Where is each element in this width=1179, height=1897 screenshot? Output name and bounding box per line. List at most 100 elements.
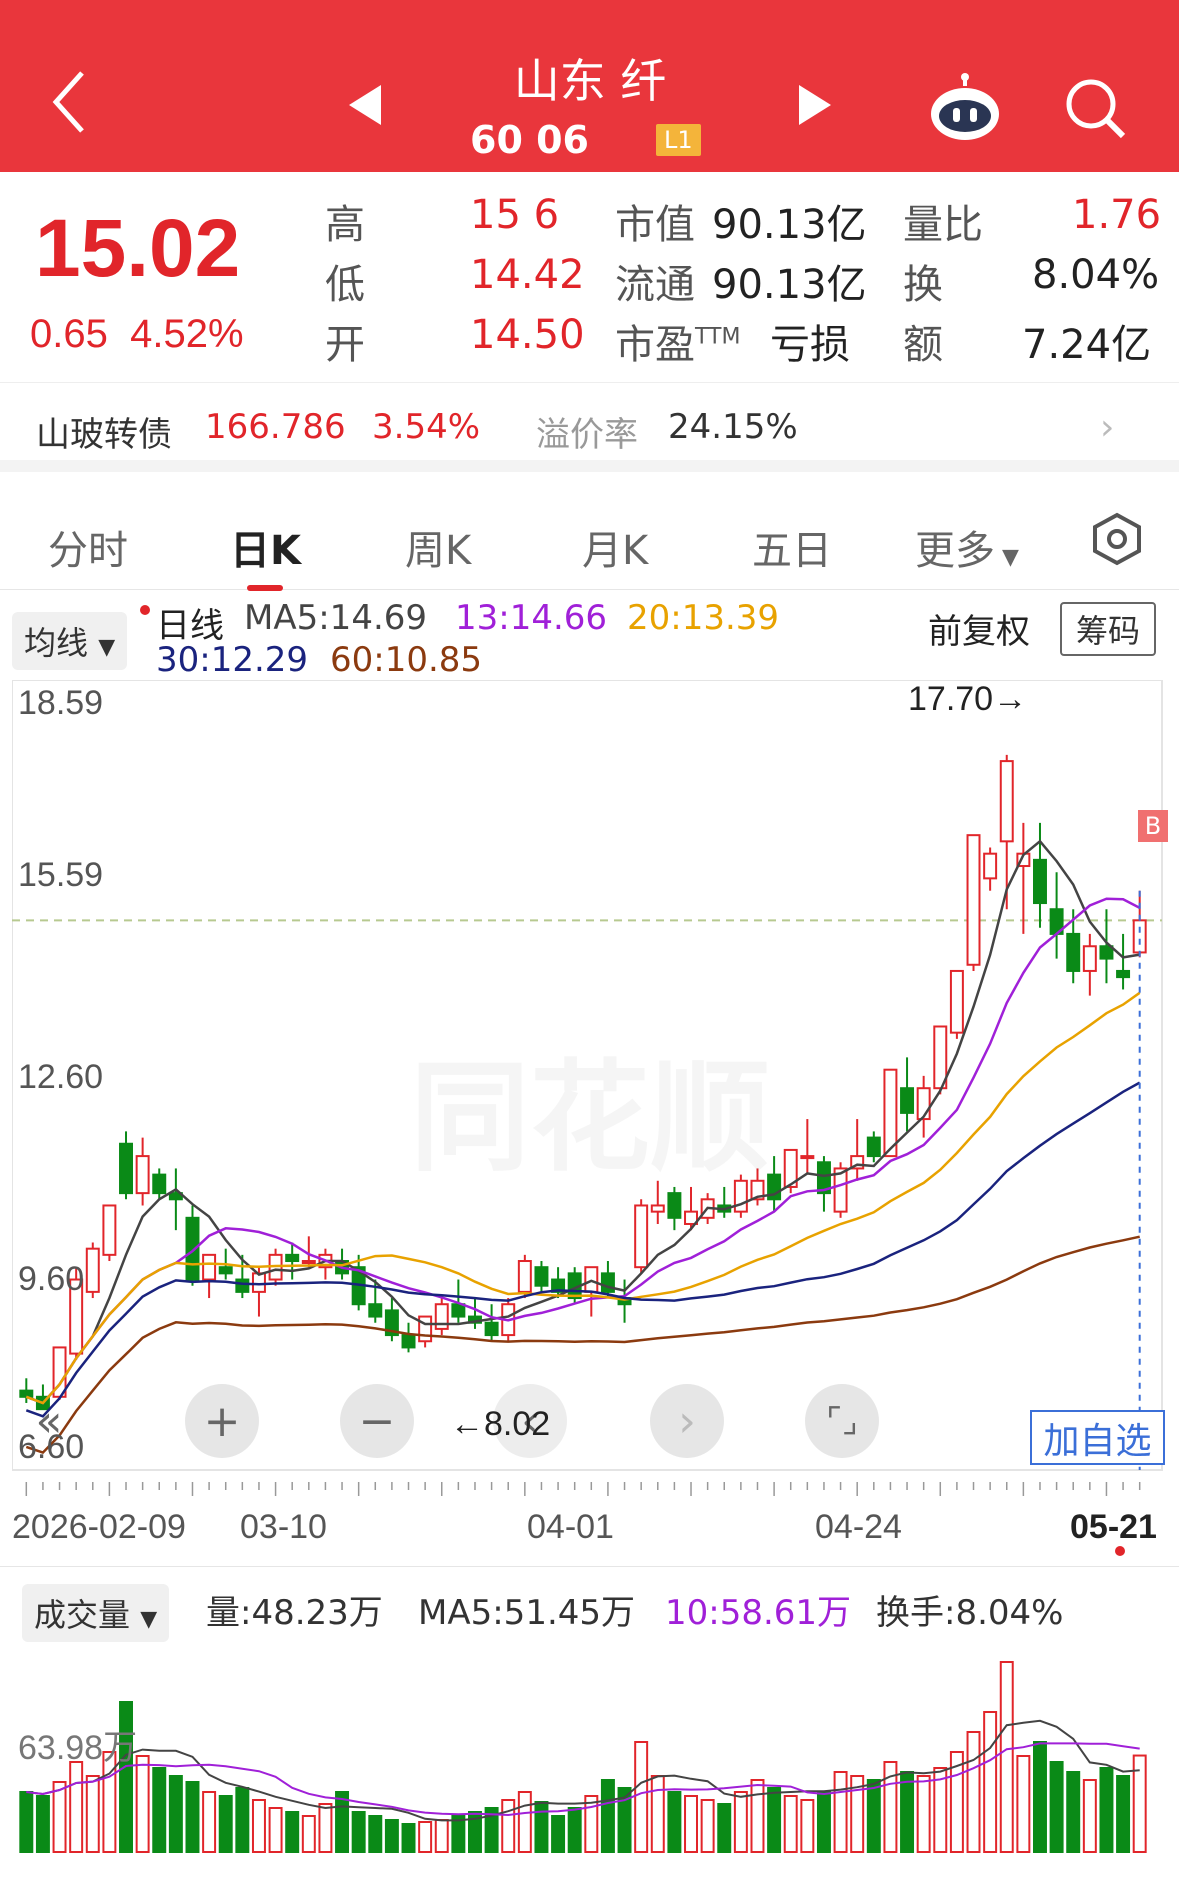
- chevron-right-icon: ›: [1100, 407, 1115, 448]
- tab-five-day[interactable]: 五日: [752, 518, 832, 576]
- volume-bar-down: [1033, 1741, 1047, 1853]
- prev-stock-icon[interactable]: [340, 75, 390, 135]
- adjust-mode[interactable]: 前复权: [928, 604, 1030, 653]
- volume-bar-down: [218, 1795, 233, 1853]
- tab-monthly-k[interactable]: 月K: [582, 518, 648, 576]
- robot-assistant-icon[interactable]: [920, 68, 1010, 148]
- candle-down: [451, 1303, 466, 1318]
- volume-bar-up: [301, 1815, 316, 1853]
- y-label-top: 18.59: [18, 684, 104, 722]
- tab-intraday[interactable]: 分时: [48, 518, 128, 576]
- candle-down: [484, 1321, 499, 1337]
- volume-ma5: MA5:51.45万: [418, 1593, 636, 1633]
- volume-bar-down: [185, 1781, 200, 1853]
- volume-bar-down: [1049, 1761, 1064, 1853]
- header-bar: 山东 纤 60 06 L1: [0, 0, 1179, 172]
- candle-up: [418, 1315, 433, 1343]
- tab-daily-k[interactable]: 日K: [230, 518, 301, 576]
- y-label-2: 15.59: [18, 856, 104, 894]
- volume-bar-up: [135, 1755, 150, 1853]
- volume-bar-down: [567, 1807, 582, 1853]
- turnover-value: 8.04%: [1032, 252, 1160, 298]
- volume-bar-down: [35, 1795, 50, 1853]
- candle-down: [235, 1278, 250, 1293]
- low-label: 低: [325, 262, 365, 308]
- volume-bar-up: [916, 1775, 931, 1853]
- next-stock-icon[interactable]: [790, 75, 840, 135]
- volume-bar-up: [251, 1799, 266, 1853]
- candle-up: [1132, 919, 1147, 954]
- candle-up: [251, 1272, 266, 1293]
- settings-hexagon-icon[interactable]: [1090, 512, 1144, 570]
- volume-bar-down: [866, 1779, 881, 1853]
- ma-selector[interactable]: 均线 ▼: [12, 612, 128, 670]
- volume-bar-down: [767, 1787, 782, 1853]
- candle-up: [983, 852, 998, 880]
- min-annotation: ←8.02: [450, 1405, 551, 1443]
- volume-bar-down: [152, 1767, 167, 1853]
- volume-turnover: 换手:8.04%: [876, 1593, 1064, 1633]
- zoom-in-icon[interactable]: +: [185, 1384, 259, 1458]
- volume-bar-up: [684, 1795, 698, 1853]
- volume-bar-up: [52, 1781, 67, 1853]
- volume-ratio-value: 1.76: [1072, 192, 1162, 238]
- volume-bar-down: [285, 1811, 300, 1853]
- volume-bar-up: [69, 1761, 84, 1853]
- candle-up: [1082, 945, 1097, 972]
- volume-bar-down: [816, 1791, 831, 1853]
- date-label-1: 2026-02-09: [12, 1508, 186, 1546]
- divider: [0, 1566, 1179, 1567]
- candle-up: [202, 1253, 217, 1281]
- volume-ratio-label: 量比: [903, 202, 983, 248]
- candle-up: [800, 1155, 815, 1160]
- candle-up: [634, 1204, 649, 1269]
- bond-price: 166.786: [205, 407, 346, 447]
- stock-code: 60 06: [470, 118, 589, 162]
- pe-value: 亏损: [770, 322, 850, 368]
- volume-bar-up: [1082, 1779, 1097, 1853]
- scroll-right-icon[interactable]: ›: [650, 1384, 724, 1458]
- tab-more[interactable]: 更多 ▼: [915, 518, 1019, 576]
- ma20-value: 20:13.39: [627, 598, 780, 638]
- zoom-out-icon[interactable]: −: [340, 1384, 414, 1458]
- volume-value: 量:48.23万: [206, 1593, 383, 1633]
- back-icon[interactable]: [40, 62, 100, 142]
- add-watchlist-button[interactable]: 加自选: [1030, 1410, 1165, 1465]
- convertible-bond-row[interactable]: 山玻转债 166.786 3.54% 溢价率 24.15% ›: [0, 382, 1179, 472]
- volume-bar-down: [1099, 1767, 1114, 1853]
- search-icon[interactable]: [1055, 68, 1135, 148]
- volume-bar-up: [650, 1775, 665, 1853]
- candle-up: [999, 760, 1014, 843]
- tab-weekly-k[interactable]: 周K: [405, 518, 471, 576]
- volume-bar-down: [335, 1791, 350, 1853]
- high-label: 高: [325, 202, 365, 248]
- rewind-icon[interactable]: «: [12, 1384, 86, 1458]
- candle-up: [966, 834, 981, 966]
- volume-bar-up: [501, 1799, 516, 1853]
- dot-indicator: [140, 605, 150, 615]
- candle-up: [949, 969, 964, 1034]
- current-date-dot: [1115, 1546, 1125, 1556]
- volume-bar-down: [551, 1815, 566, 1853]
- open-value: 14.50: [470, 312, 585, 358]
- volume-bar-up: [750, 1779, 765, 1853]
- watermark: 同花顺: [410, 1020, 770, 1194]
- fullscreen-icon[interactable]: ⌜⌟: [805, 1384, 879, 1458]
- volume-bar-up: [733, 1791, 748, 1853]
- volume-bar-up: [517, 1791, 532, 1853]
- volume-bar-up: [202, 1791, 217, 1853]
- candle-down: [1066, 932, 1081, 972]
- candle-down: [401, 1334, 416, 1349]
- volume-bar-up: [434, 1819, 449, 1853]
- turnover-label: 换: [903, 262, 943, 308]
- volume-bar-up: [1016, 1755, 1031, 1853]
- high-value: 15 6: [470, 192, 560, 238]
- chips-button[interactable]: 筹码: [1060, 602, 1157, 656]
- volume-selector[interactable]: 成交量 ▼: [22, 1584, 170, 1642]
- volume-bar-down: [534, 1801, 549, 1853]
- amount-label: 额: [903, 322, 943, 368]
- volume-bar-down: [235, 1787, 250, 1853]
- level-badge: L1: [656, 124, 701, 156]
- volume-bar-down: [600, 1779, 615, 1853]
- open-label: 开: [325, 322, 365, 368]
